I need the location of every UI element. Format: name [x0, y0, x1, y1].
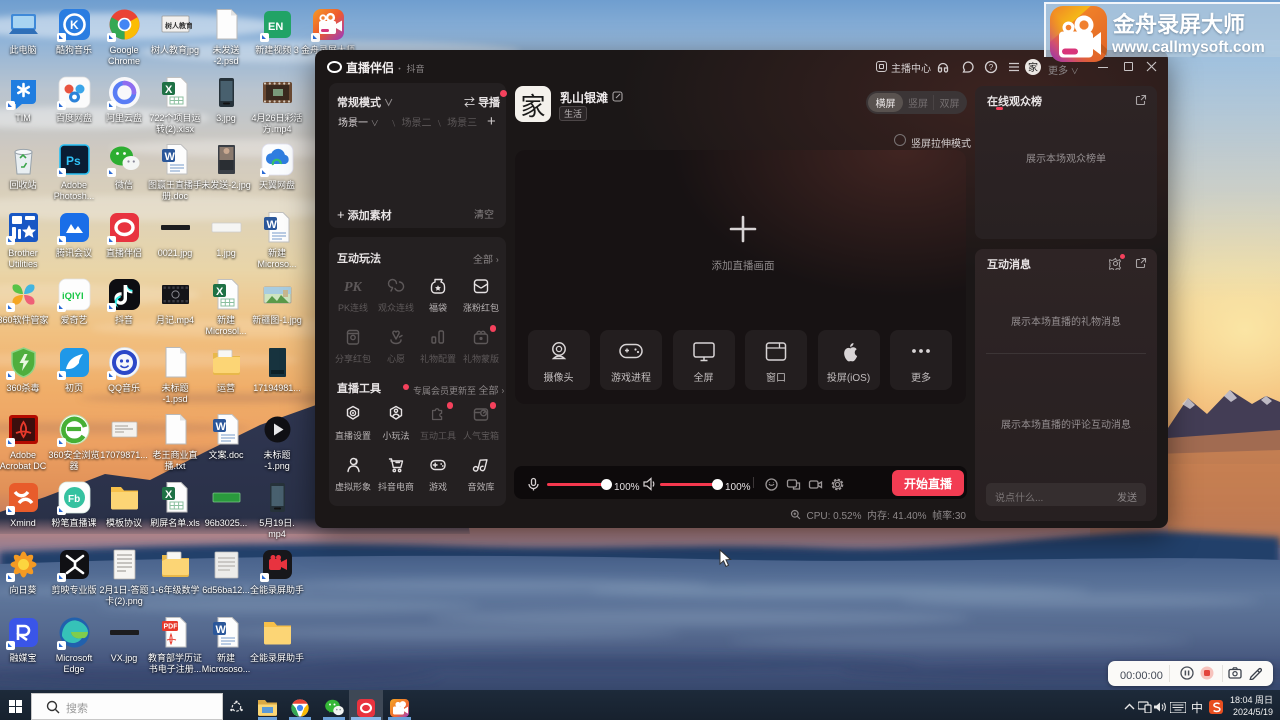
- svg-text:?: ?: [989, 62, 994, 73]
- svg-text:X: X: [165, 486, 173, 502]
- svg-text:Fb: Fb: [68, 490, 80, 505]
- svg-text:K: K: [70, 16, 79, 33]
- svg-text:W: W: [215, 621, 226, 637]
- svg-text:W: W: [266, 216, 277, 232]
- svg-text:Ps: Ps: [66, 152, 81, 169]
- svg-text:PK: PK: [344, 280, 362, 295]
- svg-text:EN: EN: [268, 18, 283, 34]
- svg-text:W: W: [215, 418, 226, 434]
- svg-text:iQIYI: iQIYI: [62, 288, 84, 302]
- svg-text:W: W: [164, 148, 175, 164]
- svg-text:树人教育: 树人教育: [165, 21, 192, 31]
- svg-text:X: X: [165, 81, 173, 97]
- svg-text:X: X: [216, 283, 224, 299]
- svg-text:PDF: PDF: [163, 622, 178, 632]
